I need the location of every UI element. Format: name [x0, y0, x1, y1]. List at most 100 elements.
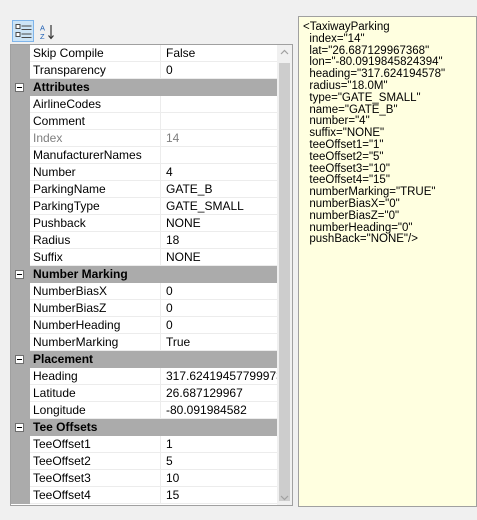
scroll-down-arrow-icon[interactable] — [280, 493, 289, 502]
property-row[interactable]: ManufacturerNames — [11, 147, 278, 164]
property-row[interactable]: TeeOffset3 10 — [11, 470, 278, 487]
column-divider — [160, 130, 161, 147]
property-row[interactable]: Suffix NONE — [11, 249, 278, 266]
row-margin — [11, 45, 30, 62]
property-row[interactable]: Longitude -80.091984582 — [11, 402, 278, 419]
category-header[interactable]: Tee Offsets — [11, 419, 278, 436]
property-name: Heading — [33, 369, 78, 383]
property-row[interactable]: Latitude 26.687129967 — [11, 385, 278, 402]
xml-line: teeOffset2="5" — [303, 150, 384, 163]
property-row[interactable]: NumberMarking True — [11, 334, 278, 351]
property-value[interactable]: 0 — [166, 63, 278, 77]
property-row[interactable]: Transparency 0 — [11, 62, 278, 79]
property-row[interactable]: Pushback NONE — [11, 215, 278, 232]
property-name: Index — [33, 131, 63, 145]
property-value[interactable]: -80.091984582 — [166, 403, 278, 417]
property-row[interactable]: ParkingName GATE_B — [11, 181, 278, 198]
scrollbar-thumb[interactable] — [279, 63, 290, 501]
column-divider — [160, 385, 161, 402]
column-divider — [160, 164, 161, 181]
collapse-minus-icon[interactable] — [15, 270, 24, 279]
property-value[interactable]: True — [166, 335, 278, 349]
category-header[interactable]: Attributes — [11, 79, 278, 96]
property-value[interactable]: 10 — [166, 471, 278, 485]
property-name: Skip Compile — [33, 46, 104, 60]
property-name: ManufacturerNames — [33, 148, 142, 162]
property-row[interactable]: Number 4 — [11, 164, 278, 181]
column-divider — [160, 113, 161, 130]
row-margin — [11, 113, 30, 130]
property-row[interactable]: Comment — [11, 113, 278, 130]
property-row[interactable]: TeeOffset4 15 — [11, 487, 278, 504]
property-name: TeeOffset3 — [33, 471, 91, 485]
property-row[interactable]: NumberHeading 0 — [11, 317, 278, 334]
property-value[interactable]: 18 — [166, 233, 278, 247]
property-value[interactable]: 317.62419457799973 — [166, 369, 278, 383]
property-name: NumberMarking — [33, 335, 119, 349]
collapse-minus-icon[interactable] — [15, 423, 24, 432]
property-value[interactable]: 15 — [166, 488, 278, 502]
property-value[interactable]: GATE_SMALL — [166, 199, 278, 213]
xml-line: numberBiasZ="0" — [303, 209, 400, 222]
row-margin — [11, 385, 30, 402]
column-divider — [160, 283, 161, 300]
property-value[interactable]: 26.687129967 — [166, 386, 278, 400]
property-row[interactable]: Heading 317.62419457799973 — [11, 368, 278, 385]
xml-preview-panel[interactable]: <TaxiwayParking index="14" lat="26.68712… — [298, 16, 477, 507]
row-margin — [11, 283, 30, 300]
property-row[interactable]: NumberBiasX 0 — [11, 283, 278, 300]
property-row[interactable]: ParkingType GATE_SMALL — [11, 198, 278, 215]
property-value[interactable]: 0 — [166, 318, 278, 332]
property-row[interactable]: Index 14 — [11, 130, 278, 147]
property-value[interactable]: 0 — [166, 301, 278, 315]
scroll-up-arrow-icon[interactable] — [280, 48, 289, 57]
categorized-view-icon — [15, 24, 32, 38]
collapse-minus-icon[interactable] — [15, 355, 24, 364]
category-label: Number Marking — [33, 267, 128, 281]
row-margin — [11, 215, 30, 232]
property-name: TeeOffset4 — [33, 488, 91, 502]
property-value[interactable]: NONE — [166, 250, 278, 264]
property-value[interactable]: GATE_B — [166, 182, 278, 196]
property-row[interactable]: Skip Compile False — [11, 45, 278, 62]
xml-line: teeOffset1="1" — [303, 138, 384, 151]
row-margin — [11, 232, 30, 249]
category-label: Tee Offsets — [33, 420, 98, 434]
property-row[interactable]: AirlineCodes — [11, 96, 278, 113]
property-value[interactable]: False — [166, 46, 278, 60]
property-value[interactable]: 0 — [166, 284, 278, 298]
property-row[interactable]: TeeOffset2 5 — [11, 453, 278, 470]
row-margin — [11, 164, 30, 181]
xml-line: radius="18.0M" — [303, 79, 388, 92]
column-divider — [160, 487, 161, 504]
categorized-view-button[interactable] — [12, 20, 34, 42]
property-row[interactable]: TeeOffset1 1 — [11, 436, 278, 453]
column-divider — [160, 147, 161, 164]
property-grid-toolbar: A Z — [12, 18, 62, 44]
property-value[interactable]: 5 — [166, 454, 278, 468]
column-divider — [160, 300, 161, 317]
property-row[interactable]: NumberBiasZ 0 — [11, 300, 278, 317]
property-row[interactable]: Radius 18 — [11, 232, 278, 249]
property-name: Pushback — [33, 216, 86, 230]
property-value[interactable]: 1 — [166, 437, 278, 451]
property-grid[interactable]: Skip Compile False Transparency 0 Attributes… — [10, 44, 293, 506]
property-name: AirlineCodes — [33, 97, 102, 111]
property-name: Number — [33, 165, 76, 179]
alphabetical-sort-button[interactable]: A Z — [36, 20, 58, 42]
property-value[interactable]: NONE — [166, 216, 278, 230]
category-header[interactable]: Number Marking — [11, 266, 278, 283]
property-name: Suffix — [33, 250, 63, 264]
category-header[interactable]: Placement — [11, 351, 278, 368]
column-divider — [160, 198, 161, 215]
column-divider — [160, 249, 161, 266]
column-divider — [160, 45, 161, 62]
property-grid-scrollbar[interactable] — [277, 45, 292, 505]
property-name: Transparency — [33, 63, 106, 77]
collapse-minus-icon[interactable] — [15, 83, 24, 92]
column-divider — [160, 453, 161, 470]
row-margin — [11, 402, 30, 419]
property-value[interactable]: 4 — [166, 165, 278, 179]
row-margin — [11, 300, 30, 317]
property-name: Comment — [33, 114, 86, 128]
